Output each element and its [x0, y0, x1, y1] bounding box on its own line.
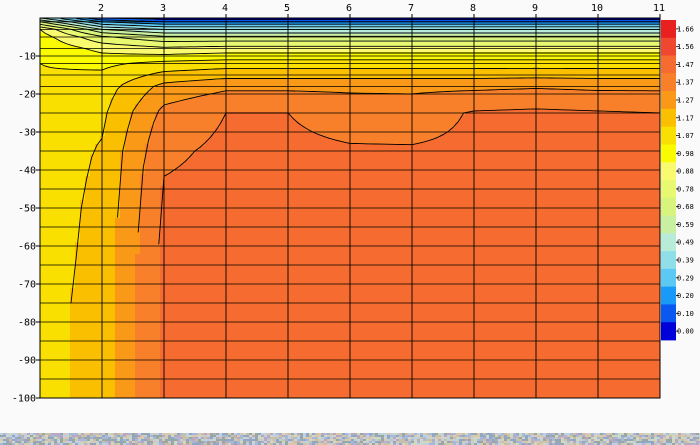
contour-chart: 2 3 4 5 6 7 8 9 10 11 -10-20-30-40-50-60-70-80-90…	[12, 3, 694, 405]
